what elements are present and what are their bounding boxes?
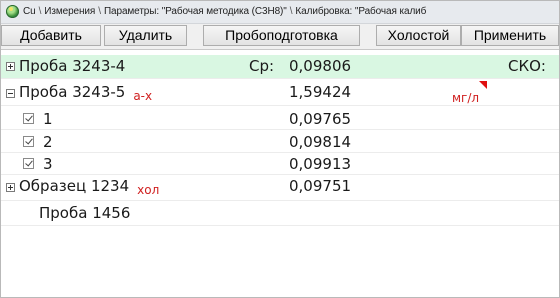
breadcrumb-item-calibration[interactable]: Калибровка: "Рабочая калиб [295, 6, 426, 17]
blank-button[interactable]: Холостой [376, 25, 461, 46]
sample-name: Проба 3243-4 [19, 57, 126, 75]
expand-plus-icon[interactable] [6, 183, 15, 192]
app-logo-icon [6, 5, 19, 18]
add-button[interactable]: Добавить [1, 25, 101, 46]
sample-name: Проба 1456 [39, 204, 131, 222]
mean-label: Ср: [249, 57, 275, 75]
sample-value: 1,59424 [289, 83, 352, 101]
apply-button[interactable]: Применить [461, 25, 559, 46]
app-window: Cu \ Измерения \ Параметры: "Рабочая методик… [0, 0, 560, 298]
sample-name-with-tag: Проба 3243-5 а-х [19, 83, 153, 103]
mean-value: 0,09806 [289, 57, 352, 75]
flag-marker-icon [479, 81, 487, 89]
delete-button[interactable]: Удалить [104, 25, 187, 46]
replicate-checkbox[interactable] [23, 158, 34, 169]
tree-row-sample-3243-4[interactable]: Проба 3243-4 Ср: 0,09806 СКО: [1, 55, 559, 79]
sample-tag: хол [137, 183, 160, 197]
sample-value: 0,09751 [289, 177, 352, 195]
replicate-checkbox[interactable] [23, 113, 34, 124]
replicate-number: 2 [43, 133, 53, 151]
toolbar: Добавить Удалить Пробоподготовка Холосто… [1, 24, 559, 50]
tree-row-sample-3243-5[interactable]: Проба 3243-5 а-х 1,59424 мг/л [1, 81, 559, 106]
sample-name: Проба 3243-5 [19, 83, 126, 101]
replicate-checkbox[interactable] [23, 136, 34, 147]
sko-label: СКО: [508, 57, 546, 75]
title-bar: Cu \ Измерения \ Параметры: "Рабочая методик… [1, 1, 559, 24]
sample-prep-button[interactable]: Пробоподготовка [203, 25, 360, 46]
breadcrumb-item-measurements[interactable]: Измерения [44, 6, 95, 17]
replicate-value: 0,09913 [289, 155, 352, 173]
replicate-number: 1 [43, 110, 53, 128]
tree-row-replicate-2[interactable]: 2 0,09814 [1, 131, 559, 153]
sample-tree-grid: Проба 3243-4 Ср: 0,09806 СКО: Проба 3243… [1, 50, 559, 297]
breadcrumb-separator: \ [98, 6, 101, 17]
expand-plus-icon[interactable] [6, 62, 15, 71]
breadcrumb-item-parameters[interactable]: Параметры: "Рабочая методика (C3H8)" [104, 6, 287, 17]
replicate-value: 0,09765 [289, 110, 352, 128]
tree-row-sample-1456[interactable]: Проба 1456 [1, 202, 559, 226]
sample-name: Образец 1234 [19, 177, 130, 195]
sample-name-with-tag: Образец 1234 хол [19, 177, 160, 197]
tree-row-replicate-3[interactable]: 3 0,09913 [1, 153, 559, 175]
breadcrumb: Cu \ Измерения \ Параметры: "Рабочая методик… [23, 6, 426, 17]
collapse-minus-icon[interactable] [6, 89, 15, 98]
sample-tag: а-х [133, 89, 153, 103]
replicate-value: 0,09814 [289, 133, 352, 151]
tree-row-replicate-1[interactable]: 1 0,09765 [1, 108, 559, 130]
replicate-number: 3 [43, 155, 53, 173]
breadcrumb-item-cu[interactable]: Cu [23, 6, 36, 17]
breadcrumb-separator: \ [38, 6, 42, 17]
tree-row-sample-1234[interactable]: Образец 1234 хол 0,09751 [1, 175, 559, 201]
unit-label: мг/л [452, 91, 480, 105]
